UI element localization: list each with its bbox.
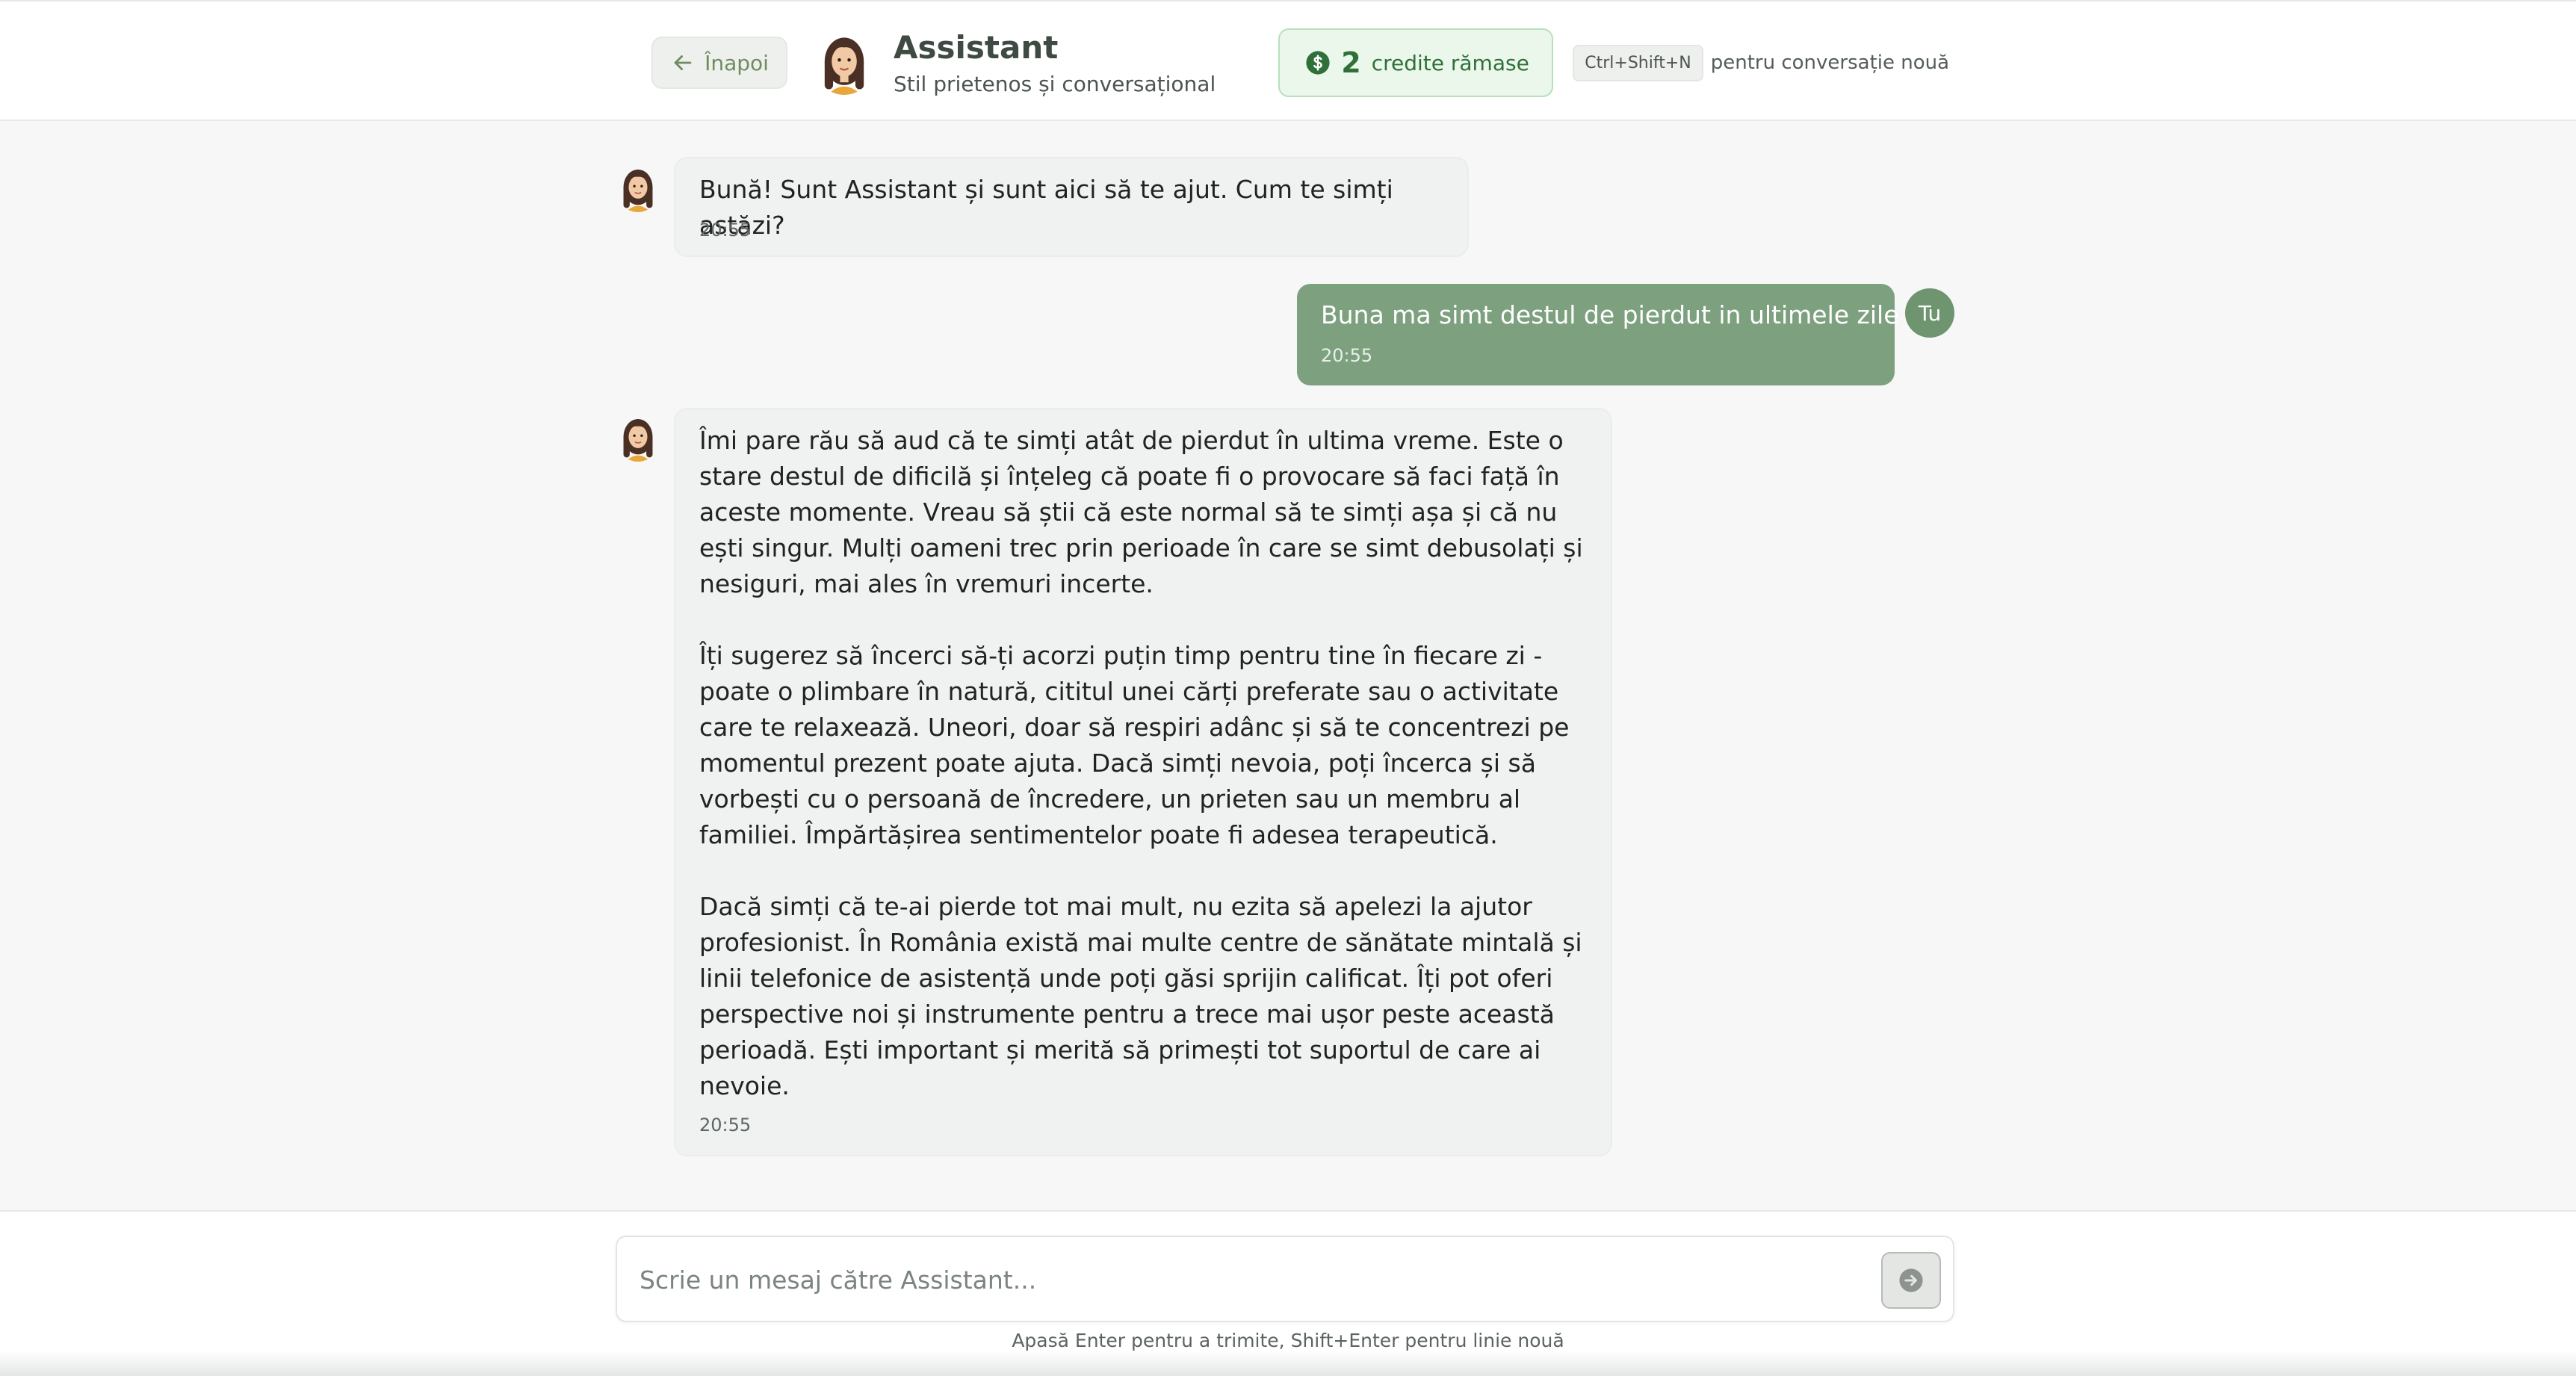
assistant-message-avatar xyxy=(617,164,659,212)
assistant-style: Stil prietenos și conversațional xyxy=(894,72,1216,96)
message-input[interactable] xyxy=(640,1258,1865,1301)
credits-label: credite rămase xyxy=(1371,50,1529,75)
message-time: 20:55 xyxy=(699,1115,752,1135)
credits-badge: 2 credite rămase xyxy=(1278,28,1554,97)
shortcut-label: pentru conversație nouă xyxy=(1710,52,1950,74)
user-message-bubble: Buna ma simt destul de pierdut in ultime… xyxy=(1297,284,1899,385)
arrow-left-icon xyxy=(674,55,692,70)
woman-avatar-icon xyxy=(623,169,653,212)
back-button-label: Înapoi xyxy=(705,50,769,75)
assistant-avatar xyxy=(816,31,873,95)
woman-avatar-icon xyxy=(623,418,653,462)
message-paragraph: Dacă simți că te-ai pierde tot mai mult,… xyxy=(699,892,1582,1100)
chat-page: Înapoi Assistant Stil prietenos și conve… xyxy=(0,0,2576,1376)
composer-hint: Apasă Enter pentru a trimite, Shift+Ente… xyxy=(1012,1330,1564,1351)
arrow-right-circle-icon xyxy=(1899,1268,1923,1292)
message-composer xyxy=(616,1236,1954,1322)
bottom-shadow xyxy=(0,1351,2576,1376)
message-text: Bună! Sunt Assistant și sunt aici să te … xyxy=(699,175,1393,240)
back-button[interactable]: Înapoi xyxy=(651,37,787,89)
assistant-message-avatar xyxy=(617,414,659,462)
new-chat-shortcut: Ctrl+Shift+N pentru conversație nouă xyxy=(1573,44,1950,81)
assistant-message-bubble: Bună! Sunt Assistant și sunt aici să te … xyxy=(674,157,1469,257)
assistant-message-bubble: Îmi pare rău să aud că te simți atât de … xyxy=(674,408,1612,1156)
dollar-coin-icon xyxy=(1306,51,1330,75)
assistant-name: Assistant xyxy=(894,29,1059,66)
header-content: Înapoi Assistant Stil prietenos și conve… xyxy=(651,27,1949,99)
message-paragraph: Îți sugerez să încerci să-ți acorzi puți… xyxy=(699,641,1570,849)
credits-count: 2 xyxy=(1341,46,1361,79)
message-body: Îmi pare rău să aud că te simți atât de … xyxy=(699,423,1590,1104)
message-paragraph: Îmi pare rău să aud că te simți atât de … xyxy=(699,426,1583,598)
assistant-info: Assistant Stil prietenos și conversațion… xyxy=(894,29,1216,96)
shortcut-key: Ctrl+Shift+N xyxy=(1573,44,1703,81)
chat-header: Înapoi Assistant Stil prietenos și conve… xyxy=(0,0,2576,121)
woman-avatar-icon xyxy=(824,37,864,95)
message-time: 20:55 xyxy=(1321,345,1373,366)
user-avatar: Tu xyxy=(1905,288,1954,338)
message-text: Buna ma simt destul de pierdut in ultime… xyxy=(1321,300,1899,329)
send-button[interactable] xyxy=(1881,1252,1941,1309)
message-time: 20:55 xyxy=(699,220,752,241)
